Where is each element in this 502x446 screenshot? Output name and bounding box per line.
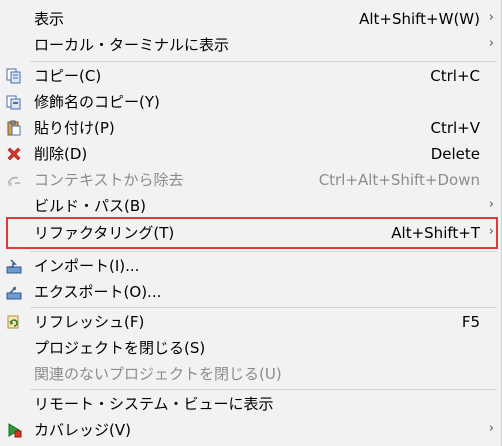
submenu-arrow-icon: › <box>488 421 494 436</box>
menu-item-label: リモート・システム・ビューに表示 <box>34 395 274 413</box>
submenu-arrow-icon: › <box>488 36 494 51</box>
menu-item-label: エクスポート(O)... <box>34 283 162 301</box>
submenu-arrow-icon: › <box>488 10 494 25</box>
menu-item-paste[interactable]: 貼り付け(P) Ctrl+V <box>0 115 502 141</box>
import-icon <box>5 257 23 275</box>
menu-item-show[interactable]: 表示 Alt+Shift+W(W) › <box>0 6 502 32</box>
menu-separator <box>30 61 497 62</box>
menu-item-close-project[interactable]: プロジェクトを閉じる(S) <box>0 335 502 361</box>
menu-item-shortcut: Ctrl+Alt+Shift+Down <box>318 171 480 189</box>
menu-item-label: コピー(C) <box>34 67 102 85</box>
menu-item-copy-qualified-name[interactable]: 修飾名のコピー(Y) <box>0 89 502 115</box>
menu-item-label: ローカル・ターミナルに表示 <box>34 36 230 54</box>
menu-item-close-unrelated-projects: 関連のないプロジェクトを閉じる(U) <box>0 361 502 387</box>
delete-icon <box>5 145 23 163</box>
menu-item-remove-from-context: コンテキストから除去 Ctrl+Alt+Shift+Down <box>0 167 502 193</box>
menu-item-import[interactable]: インポート(I)... <box>0 253 502 279</box>
refresh-icon <box>5 313 23 331</box>
menu-item-label: 削除(D) <box>34 145 88 163</box>
menu-item-label: 貼り付け(P) <box>34 119 115 137</box>
menu-item-shortcut: Ctrl+C <box>430 67 480 85</box>
menu-item-show-in-remote-systems-view[interactable]: リモート・システム・ビューに表示 <box>0 391 502 417</box>
highlight-box <box>6 217 498 249</box>
menu-item-export[interactable]: エクスポート(O)... <box>0 279 502 305</box>
menu-item-label: ビルド・パス(B) <box>34 197 146 215</box>
copy-qualified-name-icon <box>5 93 23 111</box>
menu-item-label: インポート(I)... <box>34 257 140 275</box>
export-icon <box>5 283 23 301</box>
menu-item-label: プロジェクトを閉じる(S) <box>34 339 206 357</box>
menu-item-label: 表示 <box>34 10 65 28</box>
submenu-arrow-icon: › <box>488 197 494 212</box>
menu-separator <box>30 389 497 390</box>
coverage-icon <box>5 421 23 439</box>
menu-item-build-path[interactable]: ビルド・パス(B) › <box>0 193 502 219</box>
menu-item-shortcut: F5 <box>461 313 480 331</box>
menu-item-label: カバレッジ(V) <box>34 421 131 439</box>
menu-item-refresh[interactable]: リフレッシュ(F) F5 <box>0 309 502 335</box>
menu-item-shortcut: Delete <box>430 145 480 163</box>
remove-context-icon <box>5 171 23 189</box>
menu-separator <box>30 307 497 308</box>
menu-separator <box>30 251 497 252</box>
menu-item-label: リフレッシュ(F) <box>34 313 145 331</box>
context-menu: 表示 Alt+Shift+W(W) › ローカル・ターミナルに表示 › コピー(… <box>0 0 502 446</box>
menu-item-copy[interactable]: コピー(C) Ctrl+C <box>0 63 502 89</box>
menu-item-shortcut: Alt+Shift+W(W) <box>359 10 480 28</box>
menu-item-label: コンテキストから除去 <box>34 171 184 189</box>
menu-item-label: 修飾名のコピー(Y) <box>34 93 160 111</box>
menu-item-coverage[interactable]: カバレッジ(V) › <box>0 417 502 443</box>
menu-item-delete[interactable]: 削除(D) Delete <box>0 141 502 167</box>
menu-item-label: 関連のないプロジェクトを閉じる(U) <box>34 365 282 383</box>
copy-icon <box>5 67 23 85</box>
menu-item-show-in-local-terminal[interactable]: ローカル・ターミナルに表示 › <box>0 32 502 58</box>
paste-icon <box>5 119 23 137</box>
menu-item-shortcut: Ctrl+V <box>430 119 480 137</box>
